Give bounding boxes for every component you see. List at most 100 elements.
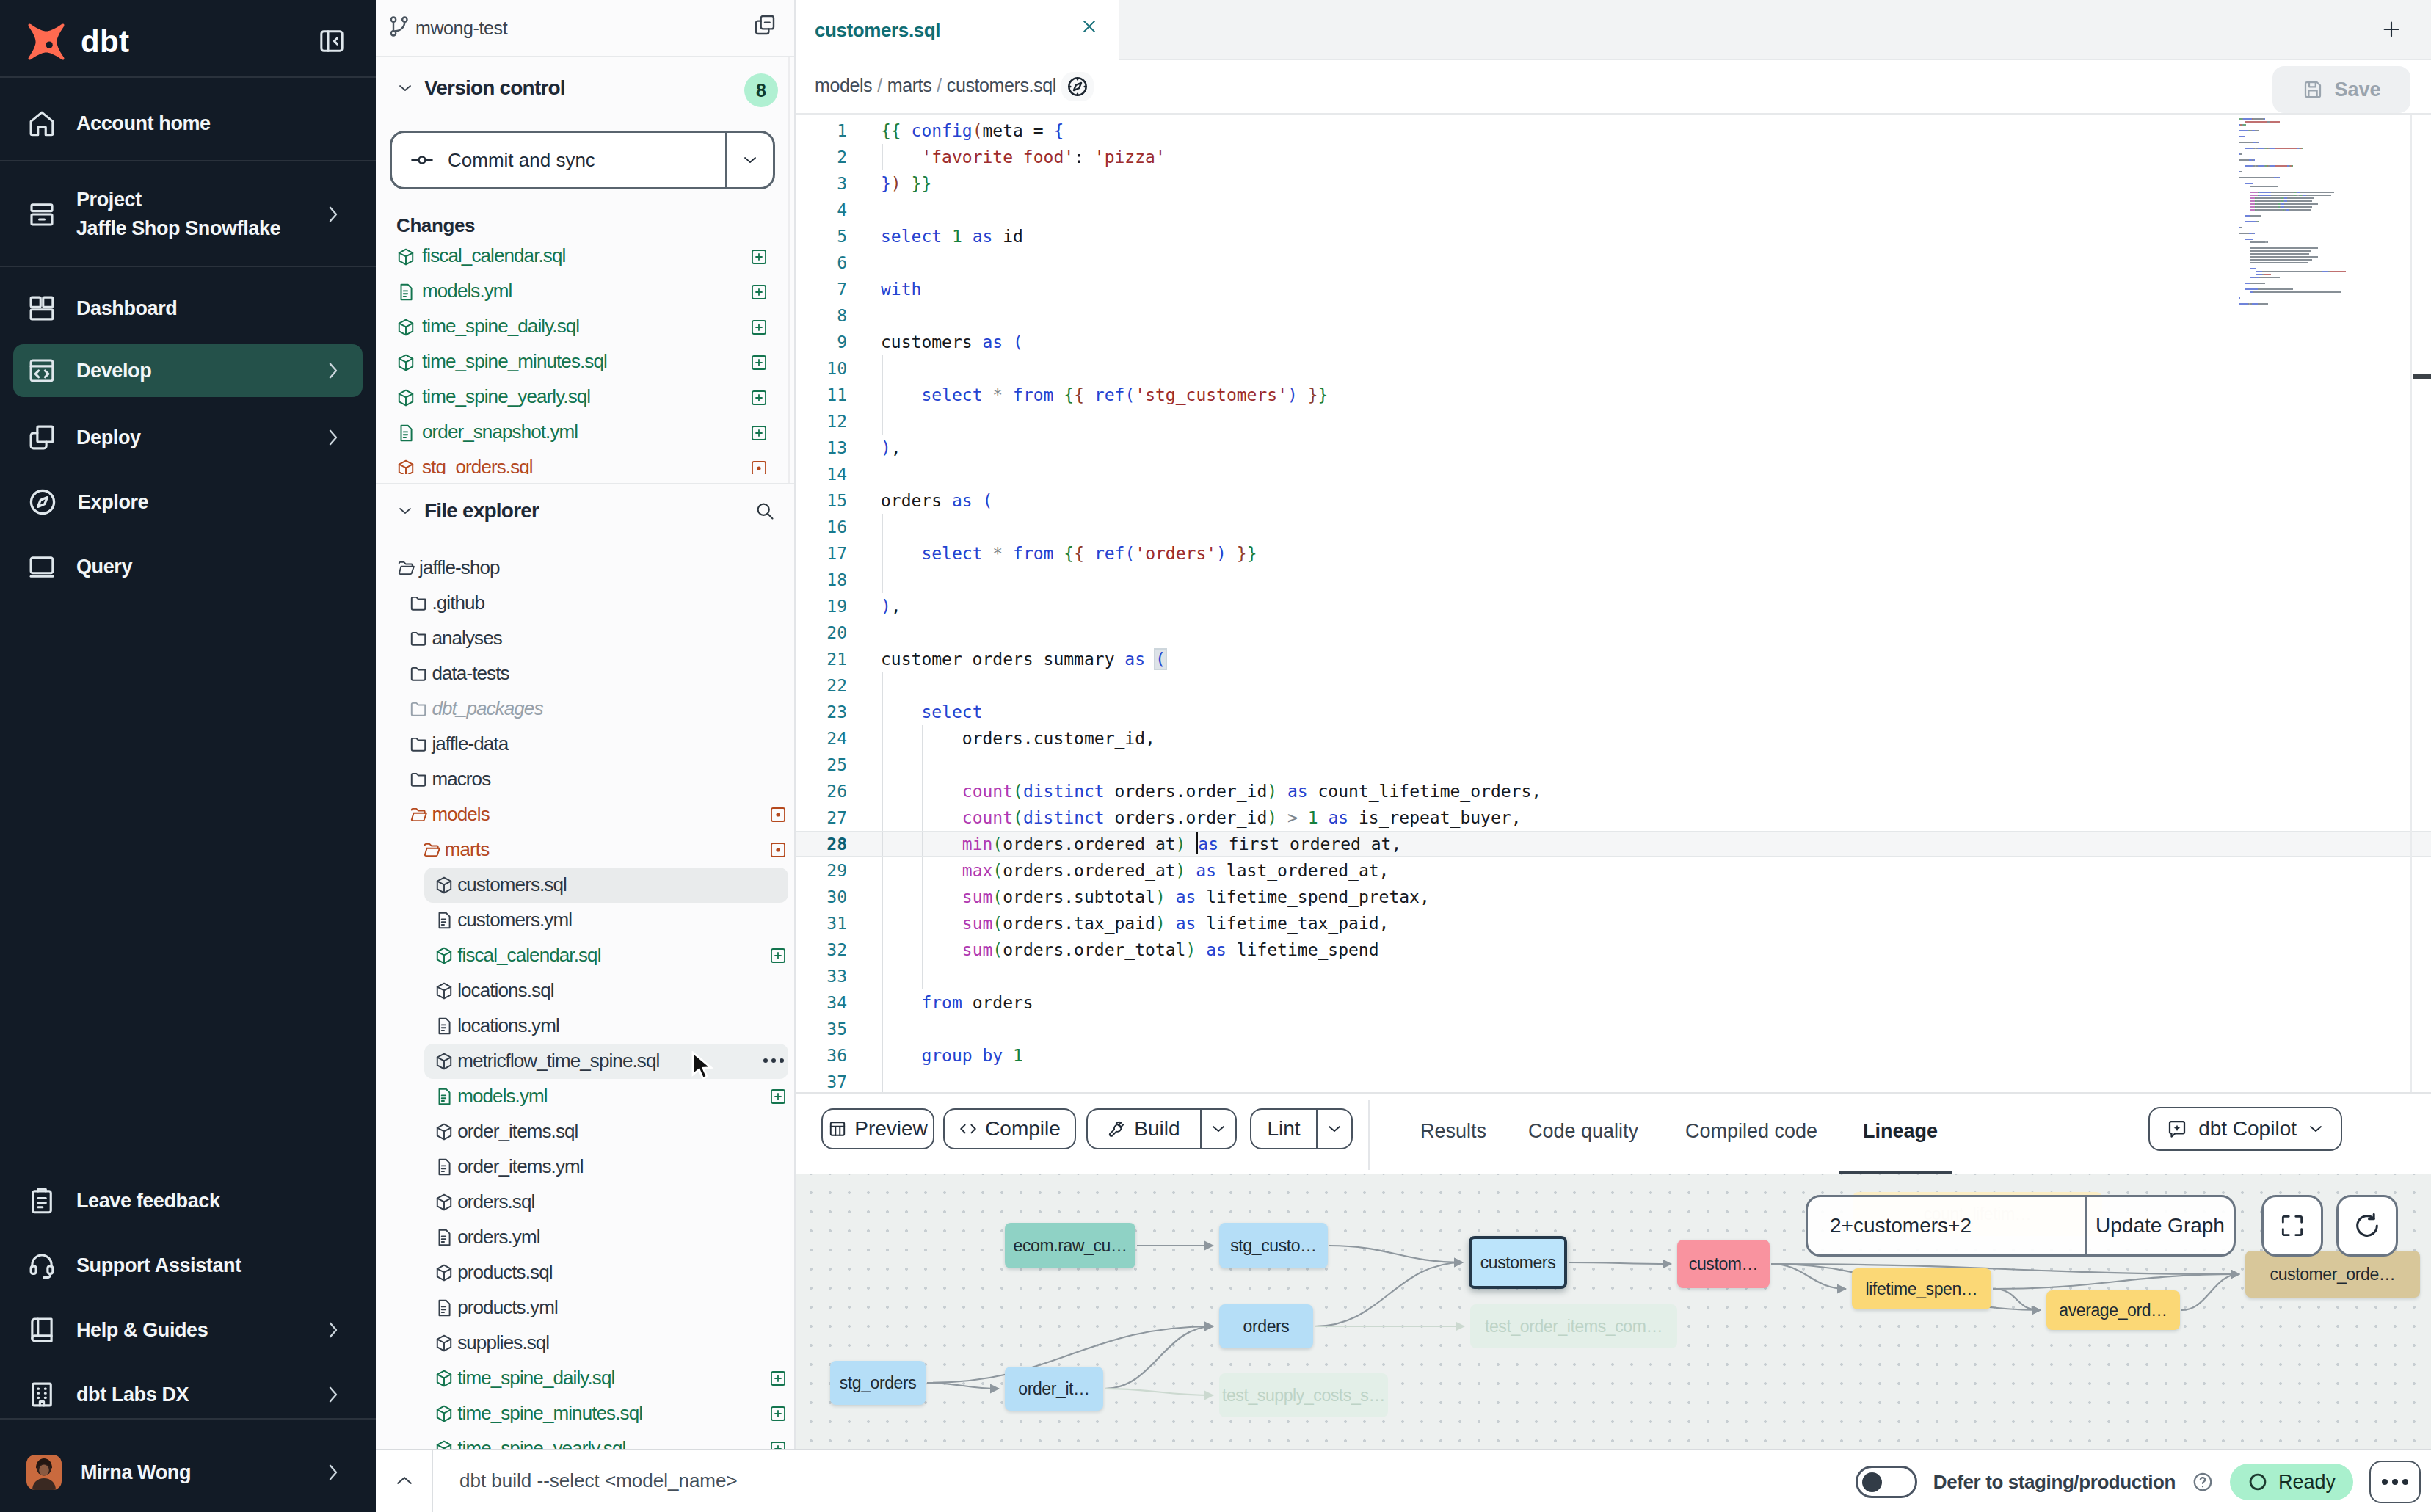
lineage-node-orders[interactable]: orders [1219,1304,1313,1348]
tree-item-marts[interactable]: marts [376,832,796,868]
code-line-21[interactable]: 21customer_orders_summary as ( [796,646,2431,672]
added-file-icon[interactable] [750,283,768,301]
build-options-dropdown[interactable] [1200,1110,1235,1148]
added-file-icon[interactable] [750,248,768,266]
search-icon[interactable] [755,501,775,521]
tree-item-jaffle-shop[interactable]: jaffle-shop [376,550,796,586]
commit-options-dropdown[interactable] [725,133,773,187]
code-line-36[interactable]: 36 group by 1 [796,1042,2431,1069]
code-line-22[interactable]: 22 [796,672,2431,699]
lint-options-dropdown[interactable] [1316,1110,1351,1148]
code-line-10[interactable]: 10 [796,355,2431,382]
lint-button[interactable]: Lint [1250,1108,1353,1149]
editor-minimap[interactable] [2239,117,2408,305]
sidebar-item-develop[interactable]: Develop [13,344,363,397]
code-line-32[interactable]: 32 sum(orders.order_total) as lifetime_s… [796,937,2431,963]
added-file-icon[interactable] [769,1088,787,1105]
compile-button[interactable]: Compile [943,1108,1076,1149]
changed-file-row[interactable]: time_spine_minutes.sql [376,345,796,380]
chevron-up-icon[interactable] [393,1469,415,1491]
code-line-20[interactable]: 20 [796,619,2431,646]
refresh-graph-button[interactable] [2336,1195,2398,1257]
added-file-icon[interactable] [750,389,768,407]
fullscreen-button[interactable] [2261,1195,2323,1257]
code-line-15[interactable]: 15orders as ( [796,487,2431,514]
tree-item-order_items.sql[interactable]: order_items.sql [376,1114,796,1149]
added-file-icon[interactable] [769,947,787,964]
code-line-31[interactable]: 31 sum(orders.tax_paid) as lifetime_tax_… [796,910,2431,937]
new-tab-icon[interactable] [2381,19,2402,40]
code-line-23[interactable]: 23 select [796,699,2431,725]
sidebar-item-leave-feedback[interactable]: Leave feedback [13,1174,363,1227]
lineage-node-custorde[interactable]: customer_orde… [2245,1251,2420,1298]
panel-tab-code-quality[interactable]: Code quality [1528,1120,1638,1143]
lineage-canvas[interactable]: ecom.raw_cu…stg_custo…customerscustom…co… [796,1174,2431,1449]
lineage-node-stgcust[interactable]: stg_custo… [1219,1223,1328,1268]
code-line-2[interactable]: 2 'favorite_food': 'pizza' [796,144,2431,170]
panel-tab-compiled-code[interactable]: Compiled code [1685,1120,1817,1143]
file-options-icon[interactable] [763,1058,784,1063]
defer-toggle[interactable] [1856,1466,1917,1498]
lineage-node-lifetime[interactable]: lifetime_spen… [1852,1268,1991,1309]
code-line-33[interactable]: 33 [796,963,2431,989]
code-line-26[interactable]: 26 count(distinct orders.order_id) as co… [796,778,2431,804]
user-menu[interactable]: Mirna Wong [13,1446,363,1499]
added-file-icon[interactable] [750,424,768,442]
code-line-16[interactable]: 16 [796,514,2431,540]
file-explorer-header[interactable]: File explorer [396,499,539,523]
editor-scrollbar[interactable] [2410,115,2431,1092]
changed-file-row[interactable]: fiscal_calendar.sql [376,239,796,275]
commit-and-sync-button[interactable]: Commit and sync [390,131,775,189]
tree-item-jaffle-data[interactable]: jaffle-data [376,727,796,762]
tree-item-orders.yml[interactable]: orders.yml [376,1220,796,1255]
build-button[interactable]: Build [1086,1108,1237,1149]
changed-file-row[interactable]: stg_orders.sql [376,451,796,474]
sidebar-item-support-assistant[interactable]: Support Assistant [13,1239,363,1292]
code-line-12[interactable]: 12 [796,408,2431,435]
added-file-icon[interactable] [769,1370,787,1387]
tab-customers-sql[interactable]: customers.sql [796,0,1119,60]
code-editor[interactable]: 1{{ config(meta = {2 'favorite_food': 'p… [796,115,2431,1092]
code-line-18[interactable]: 18 [796,567,2431,593]
changed-file-row[interactable]: order_snapshot.yml [376,415,796,451]
lineage-node-stgorders[interactable]: stg_orders [830,1361,926,1405]
sidebar-item-dashboard[interactable]: Dashboard [13,282,363,335]
code-line-35[interactable]: 35 [796,1016,2431,1042]
tree-item-time_spine_daily.sql[interactable]: time_spine_daily.sql [376,1361,796,1396]
tree-item-customers.yml[interactable]: customers.yml [376,903,796,938]
tree-item-fiscal_calendar.sql[interactable]: fiscal_calendar.sql [376,938,796,973]
tree-item-.github[interactable]: .github [376,586,796,621]
sidebar-item-explore[interactable]: Explore [13,476,363,528]
save-button[interactable]: Save [2272,66,2410,113]
sidebar-item-query[interactable]: Query [13,540,363,593]
lineage-node-average[interactable]: average_ord… [2046,1290,2180,1330]
tree-item-analyses[interactable]: analyses [376,621,796,656]
breadcrumb-segment[interactable]: models [815,75,872,95]
added-file-icon[interactable] [769,1405,787,1422]
code-line-4[interactable]: 4 [796,197,2431,223]
update-graph-button[interactable]: Update Graph [2087,1197,2234,1254]
added-file-icon[interactable] [750,319,768,336]
changed-file-row[interactable]: models.yml [376,275,796,310]
lineage-search-input[interactable]: 2+customers+2 [1808,1197,2087,1254]
tree-item-metricflow_time_spine.sql[interactable]: metricflow_time_spine.sql [376,1044,796,1079]
code-line-24[interactable]: 24 orders.customer_id, [796,725,2431,752]
tree-item-data-tests[interactable]: data-tests [376,656,796,691]
added-file-icon[interactable] [750,354,768,371]
tree-item-macros[interactable]: macros [376,762,796,797]
code-line-14[interactable]: 14 [796,461,2431,487]
code-line-13[interactable]: 13), [796,435,2431,461]
tree-item-products.yml[interactable]: products.yml [376,1290,796,1326]
sidebar-item-account-home[interactable]: Account home [13,97,363,150]
lineage-node-orderit[interactable]: order_it… [1005,1367,1103,1411]
panel-tab-results[interactable]: Results [1420,1120,1486,1143]
code-line-25[interactable]: 25 [796,752,2431,778]
changed-file-row[interactable]: time_spine_daily.sql [376,310,796,345]
tree-item-dbt_packages[interactable]: dbt_packages [376,691,796,727]
command-input[interactable]: dbt build --select <model_name> [459,1469,738,1492]
tree-item-models[interactable]: models [376,797,796,832]
breadcrumb-segment[interactable]: marts [887,75,932,95]
sidebar-item-help-guides[interactable]: Help & Guides [13,1304,363,1356]
code-line-37[interactable]: 37 [796,1069,2431,1092]
copy-branch-icon[interactable] [753,13,777,37]
